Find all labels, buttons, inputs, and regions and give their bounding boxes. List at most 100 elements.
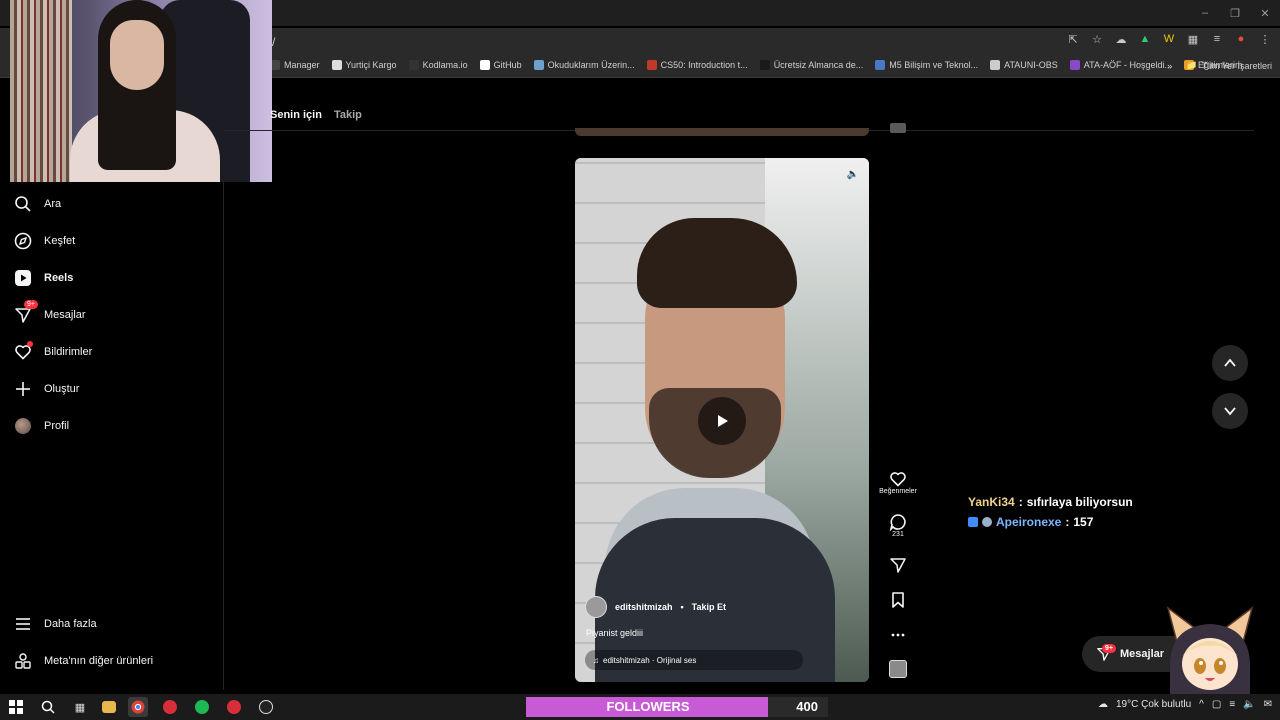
- bookmark-label: Okuduklarım Üzerin...: [547, 60, 635, 70]
- sidebar-item-label: Bildirimler: [44, 346, 93, 358]
- task-view-icon[interactable]: ▦: [70, 697, 90, 717]
- author-username[interactable]: editshitmizah: [615, 602, 673, 612]
- chevron-up-icon[interactable]: ^: [1199, 699, 1204, 710]
- bookmark-label: Ücretsiz Almanca de...: [773, 60, 864, 70]
- chat-badge-icon: [982, 517, 992, 527]
- profile-avatar: [14, 417, 32, 435]
- notification-bell-icon[interactable]: ✉: [1264, 699, 1272, 710]
- chat-text: 157: [1073, 515, 1094, 529]
- chat-message: Apeironexe : 157: [968, 515, 1133, 529]
- sidebar-item-create[interactable]: Oluştur: [14, 380, 79, 398]
- url-text[interactable]: /: [272, 35, 275, 49]
- meta-products-icon: [14, 652, 32, 670]
- streamer-webcam: [10, 0, 272, 182]
- follow-button[interactable]: Takip Et: [692, 602, 726, 612]
- file-explorer-icon[interactable]: [102, 701, 116, 713]
- close-icon[interactable]: ✕: [1250, 0, 1280, 26]
- sidebar-item-notifications[interactable]: Bildirimler: [14, 341, 93, 361]
- play-button[interactable]: [698, 397, 746, 445]
- heart-icon: [890, 472, 906, 487]
- install-app-icon[interactable]: ⇱: [1066, 32, 1080, 46]
- bookmark-item[interactable]: CS50: Introduction t...: [646, 60, 748, 70]
- comment-button[interactable]: 231: [880, 513, 916, 538]
- streaming-app-icon[interactable]: [160, 697, 180, 717]
- all-bookmarks-button[interactable]: 📁 Tüm Yer İşaretleri: [1186, 60, 1272, 71]
- windows-start-icon[interactable]: [6, 697, 26, 717]
- tab-search-icon[interactable]: ≡: [1210, 32, 1224, 46]
- bookmark-favicon-icon: [990, 60, 1001, 70]
- profile-avatar-icon[interactable]: ●: [1234, 32, 1248, 46]
- chrome-icon[interactable]: [128, 697, 148, 717]
- comment-icon: [889, 514, 906, 531]
- sidebar-item-explore[interactable]: Keşfet: [14, 232, 75, 250]
- extension-w-icon[interactable]: W: [1162, 32, 1176, 46]
- extension-cloud-icon[interactable]: ☁: [1114, 32, 1128, 46]
- streamer-face: [110, 20, 164, 90]
- sidebar-item-profile[interactable]: Profil: [14, 417, 69, 435]
- sidebar-item-search[interactable]: Ara: [14, 195, 61, 213]
- bookmark-item[interactable]: Manager: [270, 60, 320, 70]
- bookmark-label: Manager: [284, 60, 320, 70]
- bookmark-item[interactable]: GitHub: [479, 60, 522, 70]
- sidebar-item-messages[interactable]: 9+ Mesajlar: [14, 300, 86, 324]
- star-icon[interactable]: ☆: [1090, 32, 1104, 46]
- bookmark-item[interactable]: Ücretsiz Almanca de...: [759, 60, 864, 70]
- notification-dot: [27, 341, 33, 347]
- sidebar-item-label: Daha fazla: [44, 618, 97, 630]
- bookmark-item[interactable]: M5 Bilişim ve Teknol...: [875, 60, 978, 70]
- audio-track[interactable]: ♫ editshitmizah · Orijinal ses: [585, 650, 803, 670]
- more-options-button[interactable]: [880, 626, 916, 644]
- audio-thumbnail-button[interactable]: [880, 660, 916, 678]
- search-icon[interactable]: [38, 697, 58, 717]
- bookmarks-overflow-button[interactable]: »: [1167, 61, 1172, 71]
- bookmarks-list: Manager Yurtiçi Kargo Kodlama.io GitHub Okud…: [270, 60, 1242, 70]
- spotify-icon[interactable]: [192, 697, 212, 717]
- extension-shield-icon[interactable]: ▲: [1138, 32, 1152, 46]
- bookmark-label: ATAUNI-OBS: [1004, 60, 1058, 70]
- bookmark-favicon-icon: [533, 60, 544, 70]
- reel-video[interactable]: 🔈 editshitmizah • Takip Et Piyanist geld…: [575, 158, 869, 682]
- bookmark-item[interactable]: Okuduklarım Üzerin...: [533, 60, 635, 70]
- weather-cloud-icon[interactable]: ☁: [1098, 699, 1108, 710]
- browser-menu-icon[interactable]: ⋮: [1258, 32, 1272, 46]
- sidebar-item-more[interactable]: Daha fazla: [14, 615, 97, 633]
- audio-label: editshitmizah · Orijinal ses: [603, 655, 697, 665]
- extensions-puzzle-icon[interactable]: ▦: [1186, 32, 1200, 46]
- author-avatar[interactable]: [585, 596, 607, 618]
- obs-icon[interactable]: [256, 697, 276, 717]
- bookmark-item[interactable]: ATAUNI-OBS: [990, 60, 1058, 70]
- chat-app-icon[interactable]: [224, 697, 244, 717]
- volume-icon[interactable]: 🔈: [845, 166, 861, 182]
- bookmark-label: Kodlama.io: [422, 60, 468, 70]
- tab-for-you[interactable]: Senin için: [270, 109, 322, 121]
- bookmark-item[interactable]: Yurtiçi Kargo: [331, 60, 397, 70]
- save-button[interactable]: [880, 591, 916, 609]
- sidebar-item-reels[interactable]: Reels: [14, 269, 73, 287]
- restore-icon[interactable]: ❐: [1220, 0, 1250, 26]
- sidebar-item-meta-products[interactable]: Meta'nın diğer ürünleri: [14, 652, 153, 670]
- volume-icon[interactable]: 🔈: [1243, 699, 1255, 710]
- bookmark-item[interactable]: Kodlama.io: [408, 60, 468, 70]
- tray-icon[interactable]: ▢: [1212, 699, 1221, 710]
- minimize-icon[interactable]: –: [1190, 0, 1220, 26]
- bookmark-favicon-icon: [331, 60, 342, 70]
- likes-label: Beğenmeler: [879, 488, 917, 495]
- network-icon[interactable]: ≡: [1229, 699, 1235, 710]
- chat-separator: :: [1065, 515, 1070, 529]
- previous-reel-edge[interactable]: [575, 128, 869, 136]
- bookmark-item[interactable]: ATA-AÖF - Hoşgeldi...: [1069, 60, 1172, 70]
- sidebar-item-label: Oluştur: [44, 383, 80, 395]
- previous-reel-button[interactable]: [1212, 345, 1248, 381]
- sidebar-item-label: Keşfet: [44, 235, 76, 247]
- compass-icon: [14, 232, 32, 250]
- chat-separator: :: [1018, 495, 1023, 509]
- next-reel-button[interactable]: [1212, 393, 1248, 429]
- share-button[interactable]: [880, 556, 916, 574]
- sidebar-item-label: Profil: [44, 420, 70, 432]
- chevron-down-icon: [1224, 407, 1236, 416]
- previous-reel-thumb-icon[interactable]: [890, 123, 906, 133]
- like-button[interactable]: Beğenmeler: [879, 470, 917, 495]
- weather-label[interactable]: 19°C Çok bulutlu: [1116, 699, 1191, 710]
- tab-following[interactable]: Takip: [334, 109, 362, 121]
- sidebar-item-label: Ara: [44, 198, 62, 210]
